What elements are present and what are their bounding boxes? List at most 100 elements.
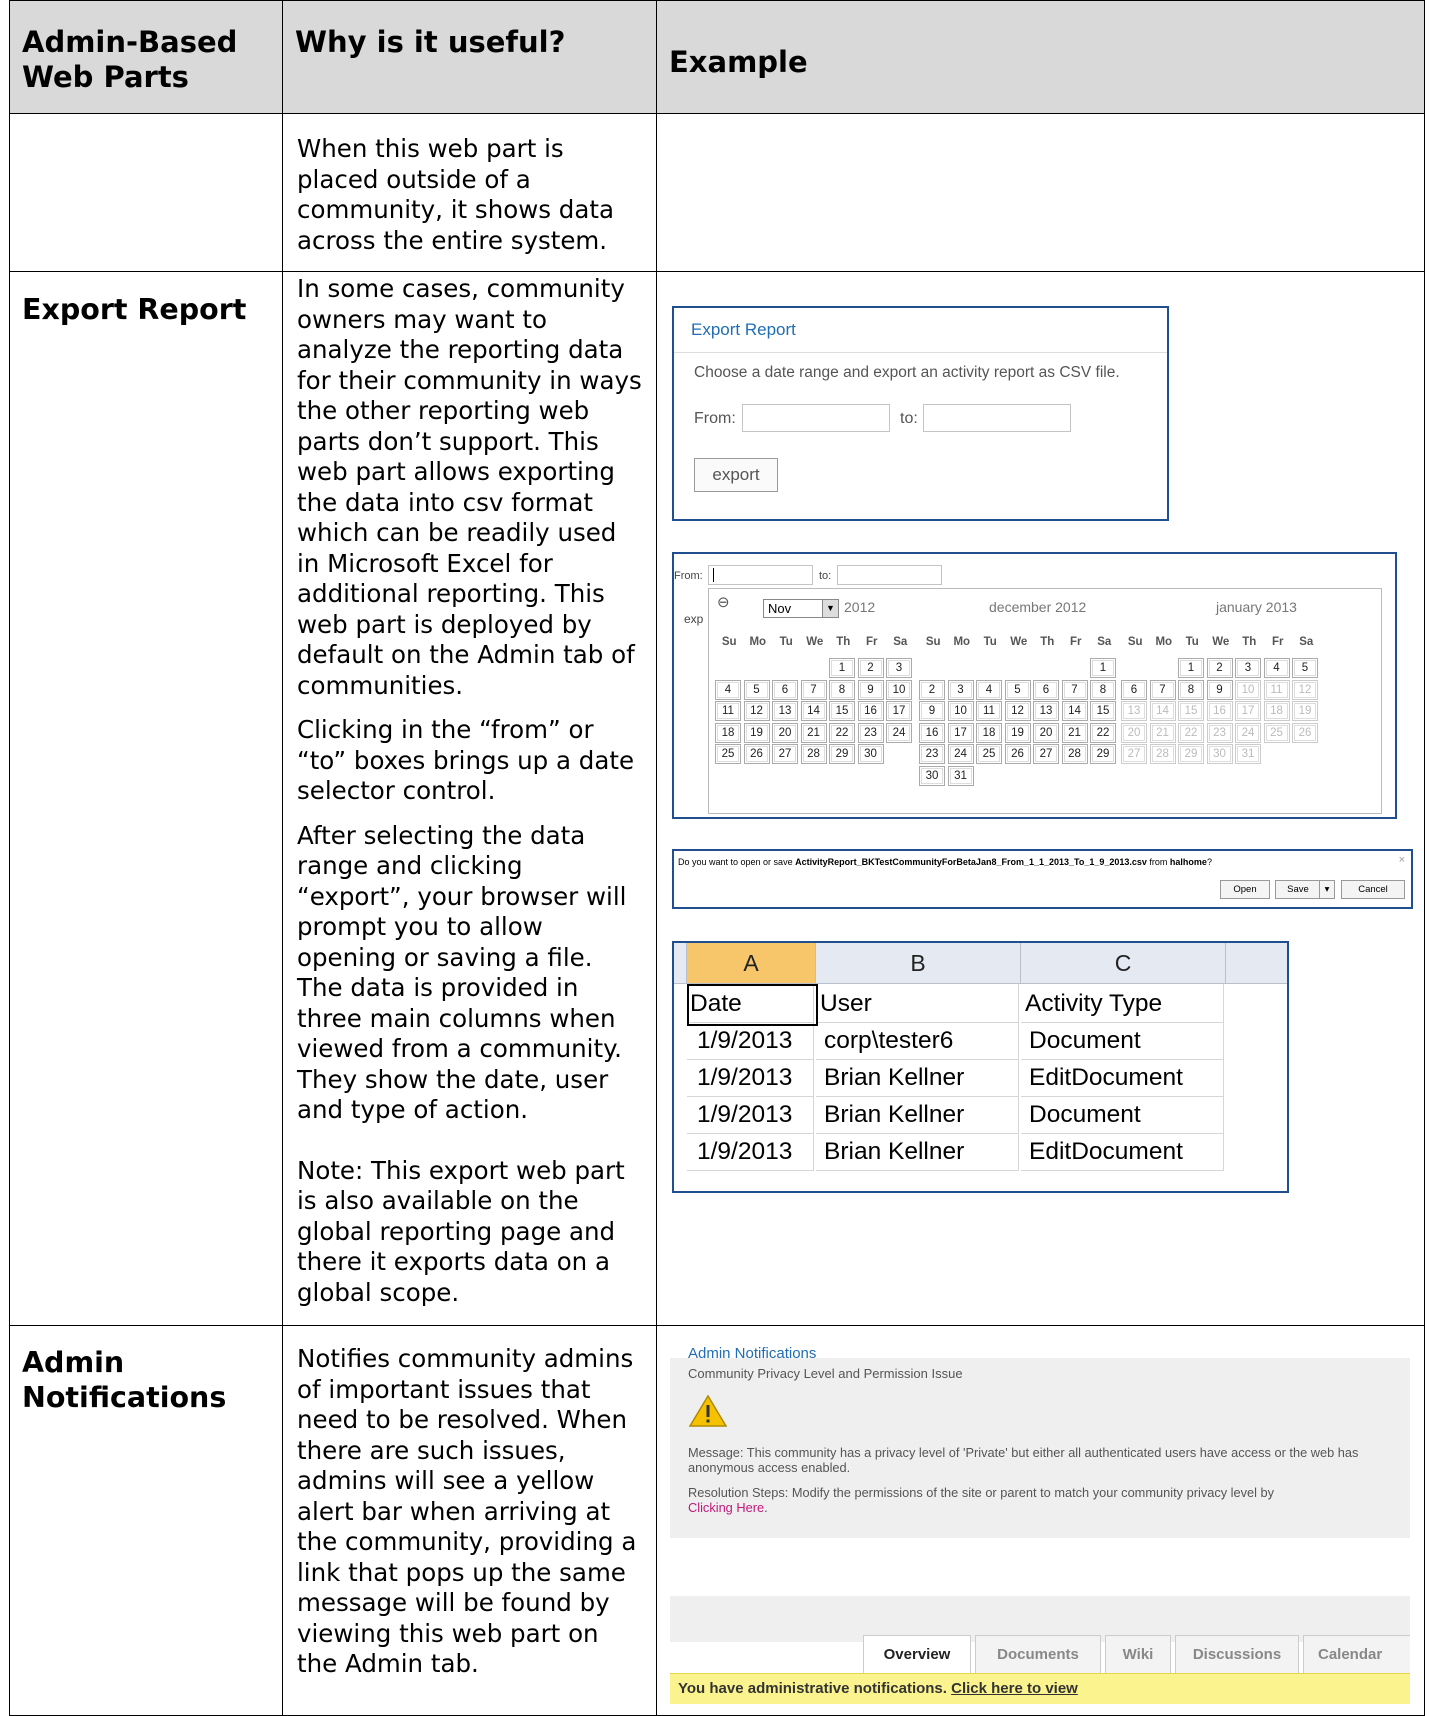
calendar-day[interactable]: 29 (829, 744, 855, 764)
calendar-day[interactable]: 3 (947, 679, 974, 700)
calendar-day[interactable]: 10 (947, 701, 974, 721)
calendar-day[interactable]: 1 (1090, 658, 1116, 678)
column-header-a[interactable]: A (687, 943, 816, 984)
calendar-day[interactable]: 27 (1033, 744, 1059, 764)
column-header-c[interactable]: C (1021, 943, 1226, 984)
calendar-day[interactable]: 6 (1033, 679, 1059, 700)
calendar-day[interactable]: 19 (1292, 701, 1318, 721)
calendar-day[interactable]: 20 (1033, 722, 1059, 743)
calendar-day[interactable]: 19 (743, 722, 770, 743)
cal-to-input[interactable] (837, 565, 942, 585)
calendar-day[interactable]: 24 (1235, 722, 1261, 743)
calendar-day[interactable]: 13 (772, 701, 798, 721)
sheet-cell[interactable]: Brian Kellner (816, 1132, 1019, 1171)
open-button[interactable]: Open (1220, 880, 1270, 899)
sheet-cell[interactable]: 1/9/2013 (687, 1021, 814, 1060)
calendar-day[interactable]: 13 (1121, 701, 1147, 721)
calendar-day[interactable]: 21 (1149, 722, 1176, 743)
calendar-day[interactable]: 9 (1206, 679, 1233, 700)
calendar-day[interactable]: 12 (1004, 701, 1031, 721)
calendar-day[interactable]: 31 (947, 765, 974, 786)
sheet-cell[interactable]: 1/9/2013 (687, 1058, 814, 1097)
sheet-cell[interactable]: Document (1021, 1095, 1224, 1134)
export-button[interactable]: export (694, 458, 778, 492)
calendar-day[interactable]: 17 (947, 722, 974, 743)
calendar-day[interactable]: 2 (919, 679, 945, 700)
sheet-cell[interactable]: 1/9/2013 (687, 1132, 814, 1171)
cancel-button[interactable]: Cancel (1341, 880, 1405, 899)
calendar-day[interactable]: 23 (919, 744, 945, 764)
to-date-input[interactable] (923, 404, 1071, 432)
calendar-day[interactable]: 6 (772, 679, 798, 700)
calendar-day[interactable]: 28 (1149, 744, 1176, 764)
calendar-day[interactable]: 5 (1292, 658, 1318, 678)
calendar-day[interactable]: 18 (1263, 701, 1290, 721)
calendar-day[interactable]: 16 (919, 722, 945, 743)
sheet-cell[interactable]: corp\tester6 (816, 1021, 1019, 1060)
calendar-day[interactable]: 20 (1121, 722, 1147, 743)
calendar-day[interactable]: 1 (1178, 658, 1204, 678)
calendar-day[interactable]: 20 (772, 722, 798, 743)
calendar-day[interactable]: 17 (1235, 701, 1261, 721)
calendar-day[interactable]: 28 (1061, 744, 1088, 764)
sheet-header-cell[interactable]: Activity Type (1021, 984, 1224, 1023)
calendar-day[interactable]: 7 (1149, 679, 1176, 700)
save-button[interactable]: Save (1275, 880, 1321, 899)
calendar-day[interactable]: 22 (1090, 722, 1116, 743)
calendar-day[interactable]: 16 (1206, 701, 1233, 721)
calendar-day[interactable]: 30 (857, 744, 884, 764)
from-date-input[interactable] (742, 404, 890, 432)
sheet-cell[interactable]: Brian Kellner (816, 1058, 1019, 1097)
calendar-day[interactable]: 4 (976, 679, 1002, 700)
cal-from-input[interactable] (708, 565, 813, 585)
calendar-day[interactable]: 10 (1235, 679, 1261, 700)
calendar-day[interactable]: 11 (976, 701, 1002, 721)
calendar-day[interactable]: 25 (976, 744, 1002, 764)
calendar-day[interactable]: 3 (1235, 658, 1261, 678)
month-select[interactable]: Nov ▼ (763, 599, 839, 618)
calendar-day[interactable]: 10 (886, 679, 912, 700)
calendar-day[interactable]: 29 (1090, 744, 1116, 764)
sheet-cell[interactable]: Brian Kellner (816, 1095, 1019, 1134)
calendar-day[interactable]: 19 (1004, 722, 1031, 743)
calendar-day[interactable]: 2 (857, 658, 884, 678)
calendar-day[interactable]: 27 (772, 744, 798, 764)
calendar-day[interactable]: 2 (1206, 658, 1233, 678)
calendar-day[interactable]: 1 (829, 658, 855, 678)
calendar-day[interactable]: 15 (1090, 701, 1116, 721)
tab-overview[interactable]: Overview (863, 1635, 971, 1675)
calendar-day[interactable]: 4 (715, 679, 741, 700)
calendar-day[interactable]: 7 (800, 679, 827, 700)
calendar-day[interactable]: 26 (1292, 722, 1318, 743)
calendar-day[interactable]: 25 (1263, 722, 1290, 743)
calendar-day[interactable]: 16 (857, 701, 884, 721)
click-here-to-view-link[interactable]: Click here to view (951, 1680, 1078, 1697)
sheet-cell[interactable]: EditDocument (1021, 1058, 1224, 1097)
tab-discussions[interactable]: Discussions (1175, 1635, 1299, 1674)
calendar-day[interactable]: 18 (976, 722, 1002, 743)
close-icon[interactable]: × (1399, 854, 1405, 866)
calendar-day[interactable]: 14 (1061, 701, 1088, 721)
calendar-day[interactable]: 4 (1263, 658, 1290, 678)
tab-wiki[interactable]: Wiki (1105, 1635, 1171, 1674)
sheet-cell[interactable]: Document (1021, 1021, 1224, 1060)
calendar-day[interactable]: 5 (743, 679, 770, 700)
calendar-day[interactable]: 8 (829, 679, 855, 700)
calendar-day[interactable]: 26 (743, 744, 770, 764)
calendar-day[interactable]: 23 (1206, 722, 1233, 743)
calendar-day[interactable]: 23 (857, 722, 884, 743)
save-dropdown-chevron-icon[interactable]: ▾ (1319, 880, 1335, 899)
calendar-day[interactable]: 21 (1061, 722, 1088, 743)
calendar-day[interactable]: 22 (829, 722, 855, 743)
calendar-day[interactable]: 24 (886, 722, 912, 743)
calendar-day[interactable]: 8 (1178, 679, 1204, 700)
calendar-day[interactable]: 18 (715, 722, 741, 743)
tab-documents[interactable]: Documents (975, 1635, 1101, 1674)
calendar-day[interactable]: 13 (1033, 701, 1059, 721)
calendar-day[interactable]: 15 (1178, 701, 1204, 721)
calendar-day[interactable]: 14 (1149, 701, 1176, 721)
calendar-day[interactable]: 22 (1178, 722, 1204, 743)
calendar-day[interactable]: 21 (800, 722, 827, 743)
calendar-day[interactable]: 9 (857, 679, 884, 700)
calendar-day[interactable]: 14 (800, 701, 827, 721)
